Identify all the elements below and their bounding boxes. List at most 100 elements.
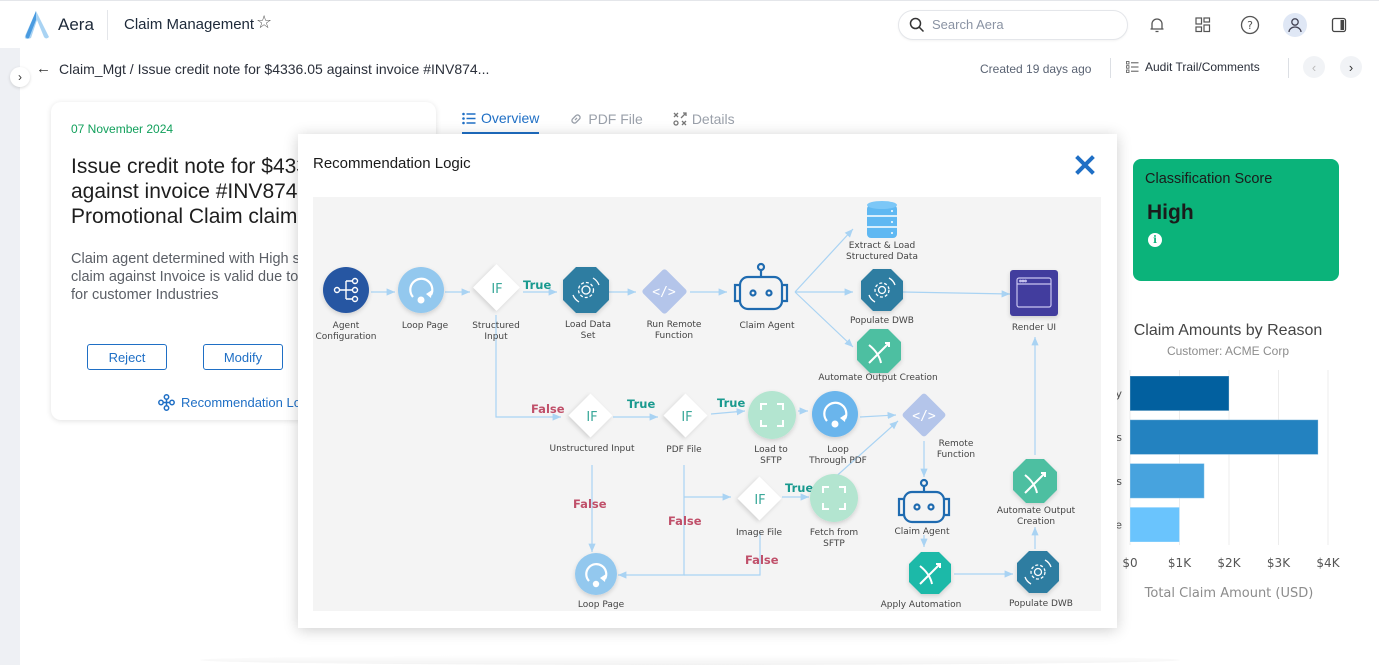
- false-label: False: [745, 553, 779, 567]
- robot-icon: [733, 262, 789, 311]
- modify-button[interactable]: Modify: [203, 344, 283, 370]
- node-render-ui[interactable]: Render UI: [1010, 270, 1058, 333]
- node-image-file[interactable]: IF Image File: [736, 476, 783, 538]
- breadcrumb: ← Claim_Mgt / Issue credit note for $433…: [36, 60, 489, 77]
- node-loop-page[interactable]: Loop Page: [575, 553, 625, 610]
- svg-text:?: ?: [1247, 19, 1253, 32]
- code-icon: </>: [912, 409, 936, 424]
- node-label: Claim Agent: [739, 321, 795, 331]
- connector: [794, 228, 854, 293]
- tab-label: Details: [691, 111, 735, 127]
- bar: [1129, 419, 1319, 455]
- y-tick-label: s: [1116, 475, 1122, 488]
- node-extract-load-structured-data[interactable]: Extract & Load Structured Data: [846, 201, 918, 262]
- node-loop-page[interactable]: Loop Page: [398, 267, 449, 331]
- user-icon: [1288, 18, 1302, 33]
- recommendation-logic-link[interactable]: Recommendation Logic: [158, 394, 318, 411]
- node-populate-dwb[interactable]: Populate DWB: [1009, 551, 1073, 609]
- if-label: IF: [754, 493, 765, 508]
- node-agent-configuration[interactable]: Agent Configuration: [315, 267, 377, 342]
- audit-trail-label: Audit Trail/Comments: [1145, 60, 1260, 74]
- node-label: Loop Page: [402, 321, 449, 331]
- node-label: PDF File: [666, 445, 702, 455]
- node-run-remote-function[interactable]: </> Run Remote Function: [641, 268, 702, 341]
- search-box[interactable]: [898, 10, 1128, 40]
- bar: [1129, 375, 1230, 412]
- node-loop-through-pdf[interactable]: Loop Through PDF: [808, 391, 867, 466]
- node-label: Automate Output Creation: [997, 506, 1076, 527]
- connector: [902, 290, 1011, 298]
- if-label: IF: [491, 282, 502, 297]
- node-label: Loop Through PDF: [808, 445, 867, 466]
- shadow: [200, 655, 1180, 665]
- node-label: Automate Output Creation: [818, 373, 937, 383]
- x-axis-label: Total Claim Amount (USD): [1144, 586, 1314, 601]
- expand-sidebar-button[interactable]: ›: [10, 67, 30, 87]
- node-fetch-from-sftp[interactable]: Fetch from SFTP: [810, 474, 858, 549]
- next-button[interactable]: ›: [1340, 56, 1362, 78]
- node-label: Run Remote Function: [647, 320, 702, 341]
- node-remote-function[interactable]: </> Remote Function: [901, 392, 975, 460]
- node-label: Image File: [736, 528, 783, 538]
- reject-button[interactable]: Reject: [87, 344, 167, 370]
- brand-name: Aera: [58, 15, 94, 34]
- breadcrumb-text[interactable]: Claim_Mgt / Issue credit note for $4336.…: [59, 61, 489, 77]
- node-load-data-set[interactable]: Load Data Set: [563, 267, 611, 341]
- back-arrow-icon[interactable]: ←: [36, 60, 51, 77]
- info-icon[interactable]: i: [1148, 233, 1162, 247]
- created-timestamp: Created 19 days ago: [980, 62, 1092, 76]
- tab-details[interactable]: Details: [673, 110, 735, 134]
- node-label: Agent Configuration: [315, 321, 376, 342]
- node-label: Extract & Load Structured Data: [846, 241, 918, 262]
- true-label: True: [627, 397, 655, 411]
- tab-overview[interactable]: Overview: [462, 110, 540, 134]
- previous-button[interactable]: ‹: [1303, 56, 1325, 78]
- classification-score-label: Classification Score: [1145, 171, 1273, 187]
- node-label: Unstructured Input: [549, 444, 634, 454]
- node-label: Loop Page: [578, 600, 625, 610]
- node-pdf-file[interactable]: IF PDF File: [663, 393, 708, 455]
- chevron-right-icon: ›: [1348, 59, 1354, 75]
- node-label: Apply Automation: [881, 600, 962, 610]
- node-apply-automation[interactable]: Apply Automation: [881, 552, 962, 610]
- node-automate-output-creation[interactable]: Automate Output Creation: [818, 329, 938, 383]
- help-icon[interactable]: ?: [1239, 14, 1261, 36]
- bell-icon[interactable]: [1146, 14, 1168, 36]
- variables-icon: [673, 112, 687, 126]
- list-icon: [1126, 61, 1139, 73]
- search-input[interactable]: [932, 17, 1112, 32]
- link-icon: [571, 114, 581, 124]
- node-automate-output-creation[interactable]: Automate Output Creation: [997, 459, 1076, 527]
- chevron-left-icon: ‹: [1311, 59, 1317, 75]
- code-icon: </>: [652, 285, 676, 300]
- node-structured-input[interactable]: IF Structured Input: [472, 264, 520, 342]
- x-tick-label: $1K: [1168, 556, 1192, 570]
- node-claim-agent[interactable]: Claim Agent: [733, 262, 795, 331]
- true-label: True: [717, 396, 745, 410]
- node-label: Load Data Set: [565, 320, 611, 341]
- aera-logo-icon: [24, 11, 49, 39]
- node-label: Claim Agent: [894, 527, 950, 537]
- node-populate-dwb[interactable]: Populate DWB: [850, 269, 914, 326]
- x-tick-label: $0: [1122, 556, 1137, 570]
- connector: [794, 291, 854, 348]
- tab-pdf-file[interactable]: PDF File: [569, 110, 643, 134]
- audit-trail-button[interactable]: Audit Trail/Comments: [1126, 60, 1260, 74]
- close-icon[interactable]: [1074, 154, 1096, 176]
- star-icon[interactable]: ☆: [256, 12, 272, 33]
- divider: [1110, 58, 1111, 78]
- chart-subtitle: Customer: ACME Corp: [1166, 344, 1290, 358]
- list-icon: [462, 112, 476, 124]
- node-claim-agent[interactable]: Claim Agent: [894, 478, 951, 537]
- workflow-diagram: Agent Configuration Loop Page IF Structur…: [313, 197, 1101, 611]
- if-label: IF: [586, 410, 597, 425]
- node-load-to-sftp[interactable]: Load to SFTP: [748, 391, 796, 466]
- panel-toggle-icon[interactable]: [1328, 14, 1350, 36]
- node-label: Remote Function: [937, 439, 975, 460]
- node-label: Structured Input: [472, 321, 520, 342]
- user-avatar[interactable]: [1283, 13, 1307, 37]
- bar: [1129, 506, 1180, 543]
- apps-grid-icon[interactable]: [1192, 14, 1214, 36]
- node-label: Populate DWB: [850, 316, 914, 326]
- true-label: True: [785, 481, 813, 495]
